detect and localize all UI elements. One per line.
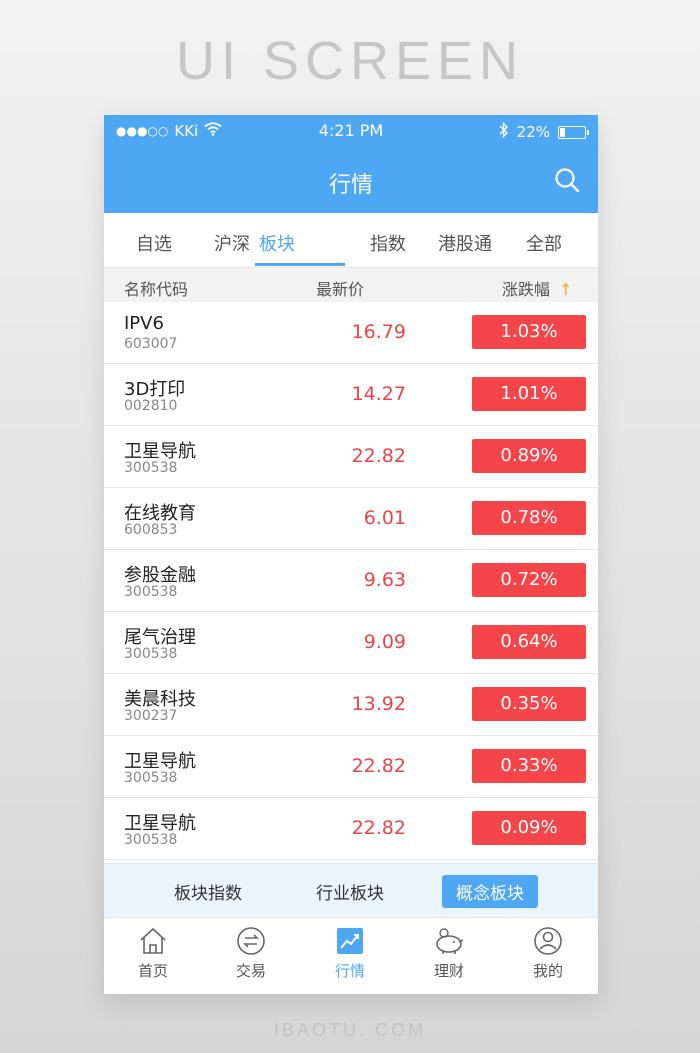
tab-sectors[interactable]: 板块 [259, 230, 295, 256]
sector-code: 300538 [124, 460, 178, 476]
user-icon [534, 927, 562, 955]
change-percent-badge: 0.09% [472, 811, 586, 845]
tabbar-item-home[interactable]: 首页 [113, 926, 193, 981]
nav-bar: 行情 [104, 147, 598, 213]
change-percent-badge: 0.35% [472, 687, 586, 721]
tabbar-label: 首页 [137, 962, 168, 980]
latest-price: 22.82 [351, 817, 406, 839]
change-percent-badge: 1.03% [472, 315, 586, 349]
page-title: 行情 [328, 173, 373, 198]
sector-type-bar: 板块指数 行业板块 概念板块 [104, 863, 598, 918]
table-row[interactable]: 3D打印 002810 14.27 1.01% [104, 364, 598, 426]
sector-code: 300538 [124, 646, 178, 662]
tab-favorites[interactable]: 自选 [136, 230, 172, 256]
concept-sector-button[interactable]: 概念板块 [442, 875, 538, 908]
table-row[interactable]: 卫星导航 300538 22.82 0.09% [104, 798, 598, 860]
tabbar-label: 我的 [532, 962, 563, 980]
trend-icon [337, 928, 363, 954]
table-header: 名称代码 最新价 涨跌幅 ↑ [104, 268, 598, 302]
sector-code: 002810 [124, 398, 178, 414]
piggy-bank-icon [436, 928, 464, 954]
change-percent-badge: 0.78% [472, 501, 586, 535]
tabbar-label: 交易 [235, 962, 266, 980]
change-percent-badge: 1.01% [472, 377, 586, 411]
table-row[interactable]: 尾气治理 300538 9.09 0.64% [104, 612, 598, 674]
tabbar-label: 理财 [433, 962, 464, 980]
bluetooth-icon [499, 121, 509, 142]
tabbar-item-finance[interactable]: 理财 [409, 926, 489, 981]
change-percent-badge: 0.72% [472, 563, 586, 597]
header-name-code[interactable]: 名称代码 [124, 276, 188, 300]
latest-price: 9.09 [363, 631, 406, 653]
latest-price: 16.79 [351, 321, 406, 343]
header-latest-price[interactable]: 最新价 [316, 276, 364, 300]
table-row[interactable]: IPV6 603007 16.79 1.03% [104, 302, 598, 364]
battery-icon [558, 125, 589, 139]
tab-index[interactable]: 指数 [370, 230, 406, 256]
footer-watermark: IBAOTU. COM [273, 1020, 426, 1040]
latest-price: 13.92 [351, 693, 406, 715]
table-row[interactable]: 在线教育 600853 6.01 0.78% [104, 488, 598, 550]
sector-index-button[interactable]: 板块指数 [174, 879, 242, 904]
sector-code: 300237 [124, 708, 178, 724]
phone-screen: ●●●○○ KKi 4:21 PM 22% 行情 自选 沪深 板块 指数 港股通… [104, 115, 598, 994]
latest-price: 22.82 [351, 445, 406, 467]
battery-percent: 22% [516, 123, 550, 141]
industry-sector-button[interactable]: 行业板块 [316, 879, 384, 904]
tab-hk-connect[interactable]: 港股通 [438, 230, 492, 256]
table-row[interactable]: 参股金融 300538 9.63 0.72% [104, 550, 598, 612]
sector-code: 300538 [124, 832, 178, 848]
latest-price: 14.27 [351, 383, 406, 405]
bottom-tab-bar: 首页 交易 行情 理财 我的 [104, 917, 598, 994]
change-percent-badge: 0.33% [472, 749, 586, 783]
tab-shanghai-shenzhen[interactable]: 沪深 [214, 230, 250, 256]
status-bar: ●●●○○ KKi 4:21 PM 22% [104, 115, 598, 147]
table-row[interactable]: 卫星导航 300538 22.82 0.33% [104, 736, 598, 798]
tabbar-item-mine[interactable]: 我的 [508, 926, 588, 981]
exchange-icon [237, 927, 265, 955]
latest-price: 9.63 [363, 569, 406, 591]
sector-list: IPV6 603007 16.79 1.03% 3D打印 002810 14.27 1.01%… [104, 302, 598, 860]
latest-price: 22.82 [351, 755, 406, 777]
active-tab-indicator [255, 263, 345, 266]
tabbar-label: 行情 [334, 962, 365, 980]
sector-code: 300538 [124, 770, 178, 786]
change-percent-badge: 0.89% [472, 439, 586, 473]
tabbar-item-market[interactable]: 行情 [310, 926, 390, 981]
sector-name: IPV6 [124, 313, 164, 334]
header-change-label: 涨跌幅 [502, 280, 551, 299]
tab-all[interactable]: 全部 [526, 230, 562, 256]
header-change-percent[interactable]: 涨跌幅 ↑ [502, 276, 573, 300]
tabbar-item-trade[interactable]: 交易 [211, 926, 291, 981]
sector-code: 600853 [124, 522, 178, 538]
sort-arrow-icon: ↑ [559, 280, 573, 299]
latest-price: 6.01 [363, 507, 406, 529]
market-tabs: 自选 沪深 板块 指数 港股通 全部 [104, 213, 598, 268]
search-icon[interactable] [554, 167, 580, 197]
home-icon [140, 927, 166, 954]
table-row[interactable]: 美晨科技 300237 13.92 0.35% [104, 674, 598, 736]
table-row[interactable]: 卫星导航 300538 22.82 0.89% [104, 426, 598, 488]
banner-title: UI SCREEN [175, 31, 525, 91]
change-percent-badge: 0.64% [472, 625, 586, 659]
sector-code: 603007 [124, 336, 178, 352]
sector-code: 300538 [124, 584, 178, 600]
